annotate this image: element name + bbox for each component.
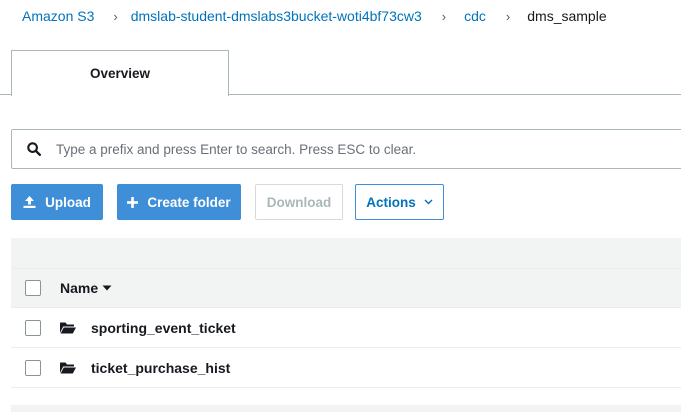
download-button[interactable]: Download: [255, 184, 343, 220]
breadcrumb-cdc[interactable]: cdc: [464, 8, 486, 24]
search-box[interactable]: [11, 129, 681, 169]
caret-down-icon: [102, 285, 112, 291]
upload-icon: [23, 196, 36, 208]
folder-open-icon: [60, 362, 76, 374]
table-row[interactable]: ticket_purchase_hist: [11, 348, 681, 388]
create-folder-label: Create folder: [147, 194, 231, 210]
create-folder-button[interactable]: Create folder: [117, 184, 241, 220]
row-checkbox[interactable]: [25, 319, 41, 336]
row-checkbox[interactable]: [25, 359, 41, 376]
table-row[interactable]: sporting_event_ticket: [11, 308, 681, 348]
row-name-link[interactable]: sporting_event_ticket: [91, 320, 236, 336]
select-all-checkbox[interactable]: [25, 280, 41, 296]
plus-icon: [127, 196, 139, 208]
upload-label: Upload: [45, 194, 91, 210]
upload-button[interactable]: Upload: [11, 184, 103, 220]
column-header-name[interactable]: Name: [60, 280, 112, 296]
chevron-down-icon: [424, 199, 433, 205]
search-icon: [12, 130, 56, 168]
breadcrumb-separator: ›: [441, 8, 447, 24]
breadcrumb: Amazon S3 › dmslab-student-dmslabs3bucke…: [22, 6, 607, 26]
breadcrumb-separator: ›: [505, 8, 511, 24]
breadcrumb-separator: ›: [113, 8, 118, 24]
breadcrumb-amazon-s3[interactable]: Amazon S3: [22, 8, 94, 24]
row-name-link[interactable]: ticket_purchase_hist: [91, 360, 230, 376]
tab-strip: Overview: [0, 48, 681, 96]
search-input[interactable]: [56, 141, 656, 157]
actions-dropdown[interactable]: Actions: [355, 184, 444, 220]
folder-open-icon: [60, 322, 76, 334]
tab-overview[interactable]: Overview: [11, 50, 229, 96]
table-header: Name: [11, 268, 681, 308]
breadcrumb-current: dms_sample: [527, 8, 607, 24]
breadcrumb-bucket[interactable]: dmslab-student-dmslabs3bucket-woti4bf73c…: [131, 8, 422, 24]
table-toolbar-band: [11, 238, 681, 268]
actions-label: Actions: [366, 194, 416, 210]
table-footer-band: [11, 405, 681, 412]
column-header-name-label: Name: [60, 280, 99, 296]
